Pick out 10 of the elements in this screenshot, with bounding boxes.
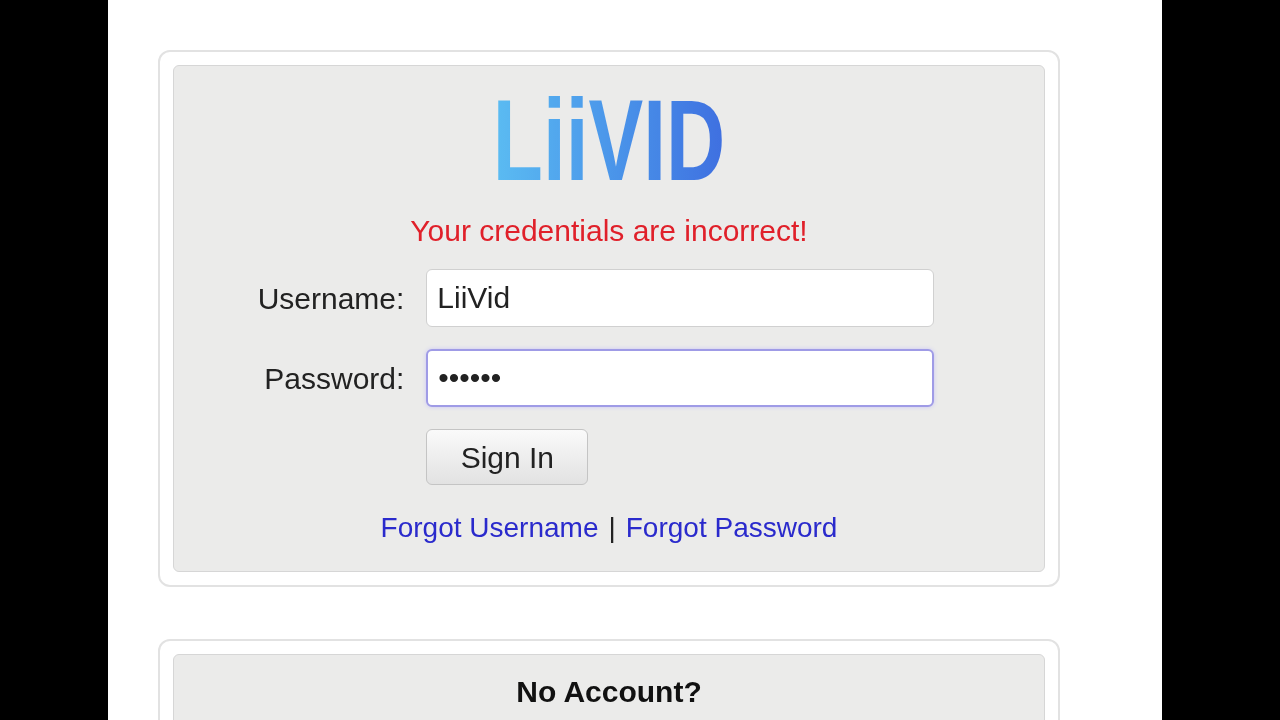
forgot-username-link[interactable]: Forgot Username bbox=[380, 507, 599, 549]
forgot-password-link[interactable]: Forgot Password bbox=[625, 507, 838, 549]
link-separator: | bbox=[608, 511, 616, 545]
signup-title: No Account? bbox=[516, 674, 702, 710]
field-label: Password: bbox=[263, 360, 405, 397]
input-field[interactable]: •••••• bbox=[426, 349, 935, 407]
input-field[interactable]: LiiVid bbox=[426, 269, 935, 327]
error-message: Your credentials are incorrect! bbox=[410, 213, 808, 249]
sign-in-button[interactable]: Sign In bbox=[426, 429, 589, 485]
field-label: Username: bbox=[257, 280, 405, 317]
